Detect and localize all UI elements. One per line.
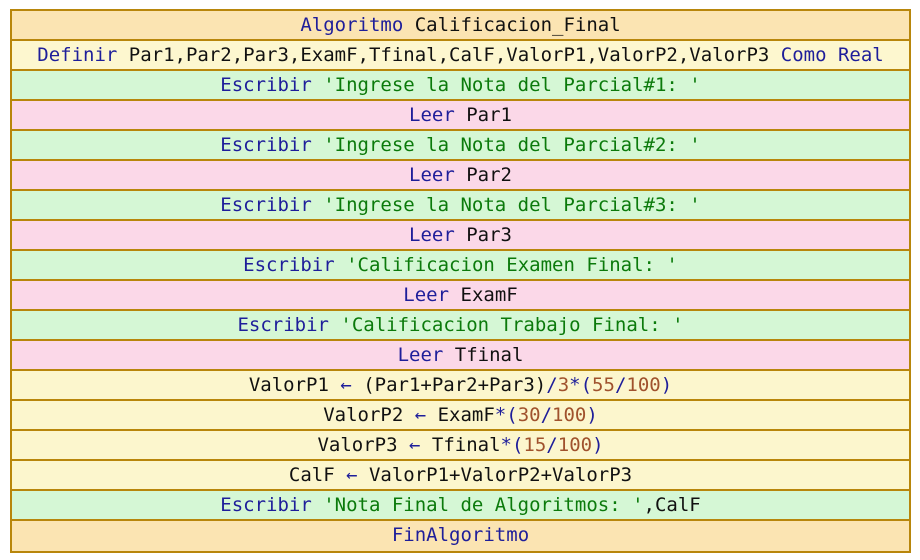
algorithm-block: Algoritmo Calificacion_Final	[12, 11, 909, 41]
token-kw: Escribir	[237, 314, 341, 336]
token-id: ValorP1+ValorP2+ValorP3	[357, 464, 633, 486]
token-op: ←	[346, 464, 358, 486]
token-kw: Escribir	[220, 494, 324, 516]
token-kw: Definir	[37, 44, 118, 66]
write-step: Escribir 'Calificacion Examen Final: '	[12, 251, 909, 281]
read-step: Leer Par1	[12, 101, 909, 131]
token-id: ValorP1	[248, 374, 341, 396]
token-num: 3	[557, 374, 570, 396]
token-kw: Leer	[397, 344, 444, 366]
token-op: )	[586, 404, 598, 426]
token-kw: Leer	[409, 164, 455, 186]
token-id: CalF	[288, 464, 347, 486]
token-id: Par1	[454, 104, 512, 126]
token-kw: Leer	[409, 224, 455, 246]
assignment-step: ValorP3 ← Tfinal*(15/100)	[12, 431, 909, 461]
token-id: ,CalF	[643, 494, 701, 516]
token-id: ExamF	[449, 284, 518, 306]
token-op: *(	[494, 404, 518, 426]
token-id: Tfinal	[420, 434, 501, 456]
token-num: 100	[557, 434, 593, 456]
token-op: ←	[408, 434, 421, 456]
token-op: /	[614, 374, 627, 396]
token-op: )	[592, 434, 604, 456]
read-step: Leer Tfinal	[12, 341, 909, 371]
read-step: Leer Par3	[12, 221, 909, 251]
token-kw: Escribir	[220, 194, 324, 216]
token-kw: Escribir	[243, 254, 347, 276]
write-step: Escribir 'Calificacion Trabajo Final: '	[12, 311, 909, 341]
token-op: *(	[569, 374, 593, 396]
token-num: 15	[523, 434, 547, 456]
token-num: 30	[517, 404, 541, 426]
token-num: 55	[592, 374, 615, 396]
assignment-step: ValorP1 ← (Par1+Par2+Par3)/3*(55/100)	[12, 371, 909, 401]
token-kw: Escribir	[220, 74, 324, 96]
token-kw: Leer	[403, 284, 450, 306]
token-num: 100	[552, 404, 587, 426]
token-kw: FinAlgoritmo	[391, 524, 530, 546]
token-id: ValorP2	[323, 404, 415, 426]
token-kw: Leer	[409, 104, 455, 126]
write-step: Escribir 'Ingrese la Nota del Parcial#3:…	[12, 191, 909, 221]
token-op: /	[546, 374, 558, 396]
assignment-step: ValorP2 ← ExamF*(30/100)	[12, 401, 909, 431]
token-id: ExamF	[426, 404, 495, 426]
algorithm-block: FinAlgoritmo	[12, 521, 909, 551]
write-step: Escribir 'Ingrese la Nota del Parcial#1:…	[12, 71, 909, 101]
token-id: Tfinal	[443, 344, 524, 366]
token-id: Par3	[454, 224, 512, 246]
token-op: ←	[340, 374, 352, 396]
read-step: Leer ExamF	[12, 281, 909, 311]
token-kw: Como Real	[780, 44, 884, 66]
assignment-step: CalF ← ValorP1+ValorP2+ValorP3	[12, 461, 909, 491]
token-op: /	[540, 404, 553, 426]
token-id: ValorP3	[317, 434, 409, 456]
token-str: 'Ingrese la Nota del Parcial#1: '	[323, 74, 701, 96]
token-op: *(	[500, 434, 524, 456]
token-id: Par2	[454, 164, 512, 186]
token-id: (Par1+Par2+Par3)	[351, 374, 547, 396]
write-step: Escribir 'Nota Final de Algoritmos: ',Ca…	[12, 491, 909, 521]
token-str: 'Ingrese la Nota del Parcial#2: '	[323, 134, 701, 156]
token-num: 100	[626, 374, 661, 396]
token-id: Par1,Par2,Par3,ExamF,Tfinal,CalF,ValorP1…	[117, 44, 781, 66]
token-str: 'Calificacion Examen Final: '	[346, 254, 678, 276]
token-kw: Escribir	[220, 134, 324, 156]
token-kw: Algoritmo	[300, 14, 404, 36]
token-op: )	[660, 374, 673, 396]
token-id: Calificacion_Final	[403, 14, 621, 36]
read-step: Leer Par2	[12, 161, 909, 191]
definition-step: Definir Par1,Par2,Par3,ExamF,Tfinal,CalF…	[12, 41, 909, 71]
token-str: 'Ingrese la Nota del Parcial#3: '	[323, 194, 701, 216]
pseudocode-diagram: Algoritmo Calificacion_Final Definir Par1…	[10, 9, 911, 553]
write-step: Escribir 'Ingrese la Nota del Parcial#2:…	[12, 131, 909, 161]
token-str: 'Nota Final de Algoritmos: '	[323, 494, 644, 516]
token-op: /	[546, 434, 558, 456]
token-op: ←	[414, 404, 427, 426]
token-str: 'Calificacion Trabajo Final: '	[340, 314, 684, 336]
